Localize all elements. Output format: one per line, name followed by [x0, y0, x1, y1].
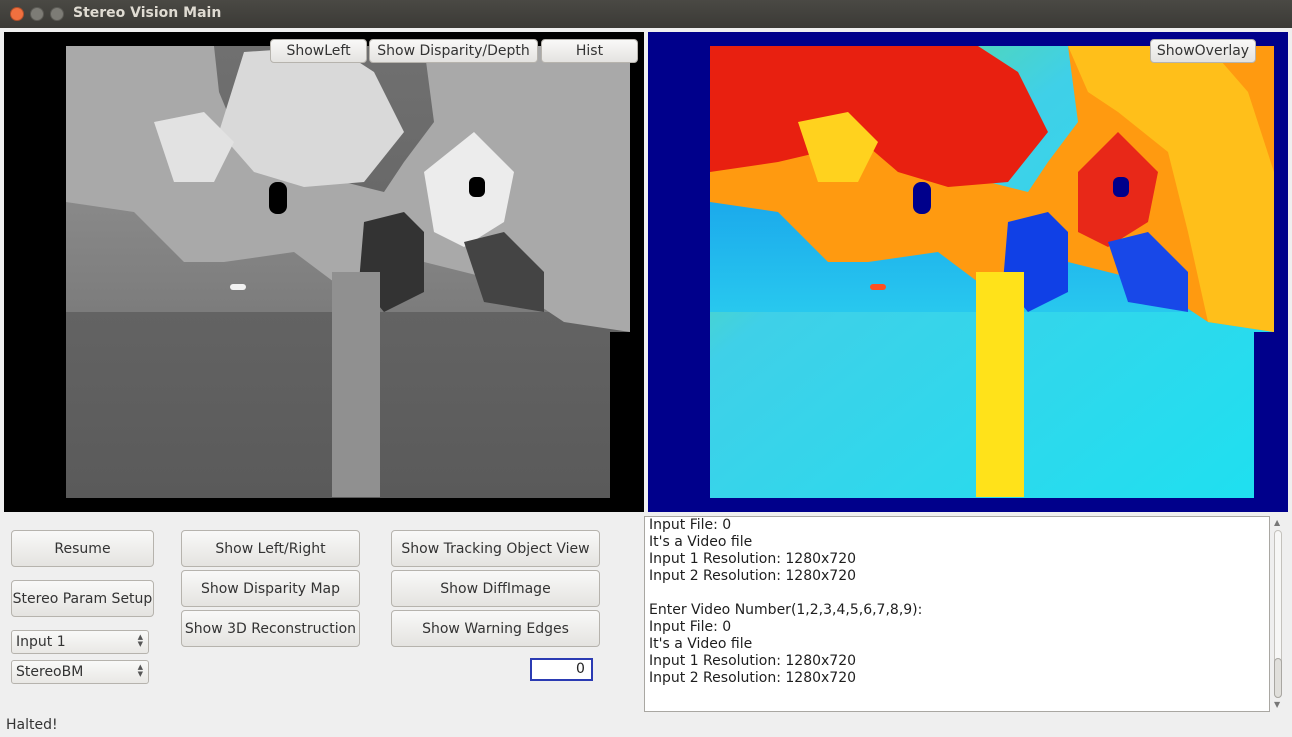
- show-disparity-depth-button[interactable]: Show Disparity/Depth: [369, 39, 538, 63]
- log-line: It's a Video file: [649, 534, 753, 550]
- value-spinbox[interactable]: 0: [530, 658, 593, 681]
- log-line: Input File: 0: [649, 517, 732, 533]
- status-text: Halted!: [6, 717, 58, 733]
- algorithm-select-value: StereoBM: [16, 664, 84, 680]
- algorithm-select[interactable]: StereoBM ▲ ▼: [11, 660, 149, 684]
- minimize-window-icon[interactable]: [30, 7, 44, 21]
- scroll-down-icon[interactable]: ▼: [1274, 700, 1280, 709]
- show-diffimage-button[interactable]: Show DiffImage: [391, 570, 600, 607]
- output-log[interactable]: Input File: 0 It's a Video file Input 1 Re…: [644, 516, 1270, 712]
- disparity-gray-view: ShowLeft Show Disparity/Depth Hist: [4, 32, 644, 512]
- disparity-color-image: [648, 32, 1288, 512]
- show-tracking-object-view-button[interactable]: Show Tracking Object View: [391, 530, 600, 567]
- hist-button[interactable]: Hist: [541, 39, 638, 63]
- log-line: Input 2 Resolution: 1280x720: [649, 670, 857, 686]
- log-line: Enter Video Number(1,2,3,4,5,6,7,8,9):: [649, 602, 923, 618]
- scroll-thumb[interactable]: [1274, 658, 1282, 698]
- log-line: Input File: 0: [649, 619, 732, 635]
- log-line: It's a Video file: [649, 636, 753, 652]
- log-line: Input 2 Resolution: 1280x720: [649, 568, 857, 584]
- log-scrollbar[interactable]: ▲ ▼: [1271, 516, 1285, 712]
- show-left-right-button[interactable]: Show Left/Right: [181, 530, 360, 567]
- scroll-up-icon[interactable]: ▲: [1274, 518, 1280, 527]
- input-select[interactable]: Input 1 ▲ ▼: [11, 630, 149, 654]
- log-line: Input 1 Resolution: 1280x720: [649, 551, 857, 567]
- show-left-button[interactable]: ShowLeft: [270, 39, 367, 63]
- input-select-value: Input 1: [16, 634, 66, 650]
- spin-value: 0: [576, 661, 585, 677]
- spin-arrows-icon: ▲ ▼: [137, 633, 143, 648]
- show-disparity-map-button[interactable]: Show Disparity Map: [181, 570, 360, 607]
- maximize-window-icon[interactable]: [50, 7, 64, 21]
- spin-arrows-icon: ▲ ▼: [137, 663, 143, 678]
- disparity-color-view: ShowOverlay: [648, 32, 1288, 512]
- show-3d-reconstruction-button[interactable]: Show 3D Reconstruction: [181, 610, 360, 647]
- disparity-gray-image: [4, 46, 644, 512]
- close-window-icon[interactable]: [10, 7, 24, 21]
- window-title: Stereo Vision Main: [73, 5, 222, 21]
- stereo-param-setup-button[interactable]: Stereo Param Setup: [11, 580, 154, 617]
- show-overlay-button[interactable]: ShowOverlay: [1150, 39, 1256, 63]
- title-bar: Stereo Vision Main: [0, 0, 1292, 28]
- show-warning-edges-button[interactable]: Show Warning Edges: [391, 610, 600, 647]
- resume-button[interactable]: Resume: [11, 530, 154, 567]
- log-line: Input 1 Resolution: 1280x720: [649, 653, 857, 669]
